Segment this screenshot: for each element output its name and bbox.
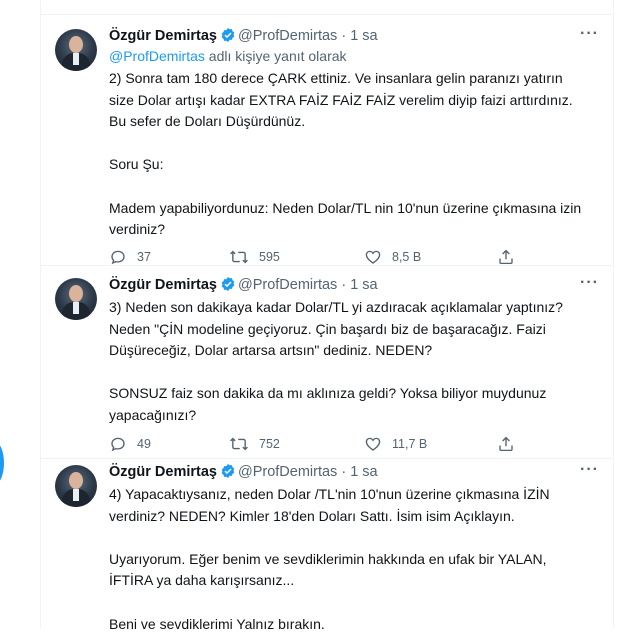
retweet-icon	[229, 435, 249, 453]
like-count: 8,5 B	[392, 250, 422, 264]
avatar[interactable]	[55, 29, 97, 71]
reply-button[interactable]: 37	[109, 247, 151, 267]
replying-suffix: adlı kişiye yanıt olarak	[204, 48, 347, 64]
tweet-content: Özgür Demirtaş @ProfDemirtas · 1 sa ··· 3…	[109, 275, 599, 452]
tweet-header: Özgür Demirtaş @ProfDemirtas · 1 sa	[109, 276, 599, 295]
share-button[interactable]	[497, 434, 515, 454]
author-name[interactable]: Özgür Demirtaş	[109, 464, 217, 480]
tweet-text: 2) Sonra tam 180 derece ÇARK ettiniz. Ve…	[109, 70, 582, 238]
retweet-icon	[229, 248, 249, 266]
header-separator: ·	[341, 277, 347, 293]
more-horizontal-icon[interactable]: ···	[580, 275, 599, 291]
tweet-header: Özgür Demirtaş @ProfDemirtas · 1 sa	[109, 27, 599, 46]
author-name[interactable]: Özgür Demirtaş	[109, 277, 217, 293]
author-handle[interactable]: @ProfDemirtas	[238, 28, 337, 44]
reply-count: 37	[137, 250, 151, 264]
avatar[interactable]	[55, 278, 97, 320]
header-separator: ·	[341, 464, 347, 480]
verified-badge-icon	[220, 463, 236, 485]
avatar[interactable]	[55, 465, 97, 507]
tweet-item[interactable]: Özgür Demirtaş @ProfDemirtas · 1 sa ··· 3…	[41, 266, 613, 459]
heart-icon	[364, 435, 382, 453]
share-button[interactable]	[497, 247, 515, 267]
more-horizontal-icon[interactable]: ···	[580, 26, 599, 42]
tweet-actions: 49 752 11,7 B	[109, 434, 539, 454]
retweet-count: 752	[259, 437, 280, 451]
tweet-content: Özgür Demirtaş @ProfDemirtas · 1 sa ··· 4…	[109, 462, 599, 635]
reply-button[interactable]: 49	[109, 434, 151, 454]
more-horizontal-icon[interactable]: ···	[580, 462, 599, 478]
tweet-time[interactable]: 1 sa	[350, 277, 377, 293]
replying-mention[interactable]: @ProfDemirtas	[109, 48, 205, 64]
replying-to: @ProfDemirtas adlı kişiye yanıt olarak	[109, 47, 599, 66]
tweet-time[interactable]: 1 sa	[350, 464, 377, 480]
heart-icon	[364, 248, 382, 266]
share-icon	[497, 435, 515, 453]
retweet-button[interactable]: 595	[229, 247, 280, 267]
like-button[interactable]: 8,5 B	[364, 247, 421, 267]
reply-bubble-icon	[109, 248, 127, 266]
verified-badge-icon	[220, 276, 236, 298]
like-count: 11,7 B	[392, 437, 428, 451]
author-name[interactable]: Özgür Demirtaş	[109, 28, 217, 44]
tweet-text: 3) Neden son dakikaya kadar Dolar/TL yi …	[109, 299, 563, 423]
tweet-content: Özgür Demirtaş @ProfDemirtas · 1 sa ··· @…	[109, 26, 599, 265]
timeline-column: Özgür Demirtaş @ProfDemirtas · 1 sa ··· @…	[40, 0, 614, 632]
tweet-time[interactable]: 1 sa	[350, 28, 377, 44]
reply-count: 49	[137, 437, 151, 451]
header-separator: ·	[341, 28, 347, 44]
share-icon	[497, 248, 515, 266]
author-handle[interactable]: @ProfDemirtas	[238, 277, 337, 293]
tweet-item[interactable]: Özgür Demirtaş @ProfDemirtas · 1 sa ··· @…	[41, 15, 613, 266]
retweet-button[interactable]: 752	[229, 434, 280, 454]
tweet-header: Özgür Demirtaş @ProfDemirtas · 1 sa	[109, 463, 599, 482]
tweet-actions: 37 595 8,5 B	[109, 247, 539, 267]
verified-badge-icon	[220, 27, 236, 49]
retweet-count: 595	[259, 250, 280, 264]
tweet-item[interactable]: Özgür Demirtaş @ProfDemirtas · 1 sa ··· 4…	[41, 459, 613, 632]
reply-bubble-icon	[109, 435, 127, 453]
like-button[interactable]: 11,7 B	[364, 434, 427, 454]
tweet-text: 4) Yapacaktıysanız, neden Dolar /TL'nin …	[109, 486, 550, 632]
author-handle[interactable]: @ProfDemirtas	[238, 464, 337, 480]
side-button-edge[interactable]	[0, 442, 4, 484]
